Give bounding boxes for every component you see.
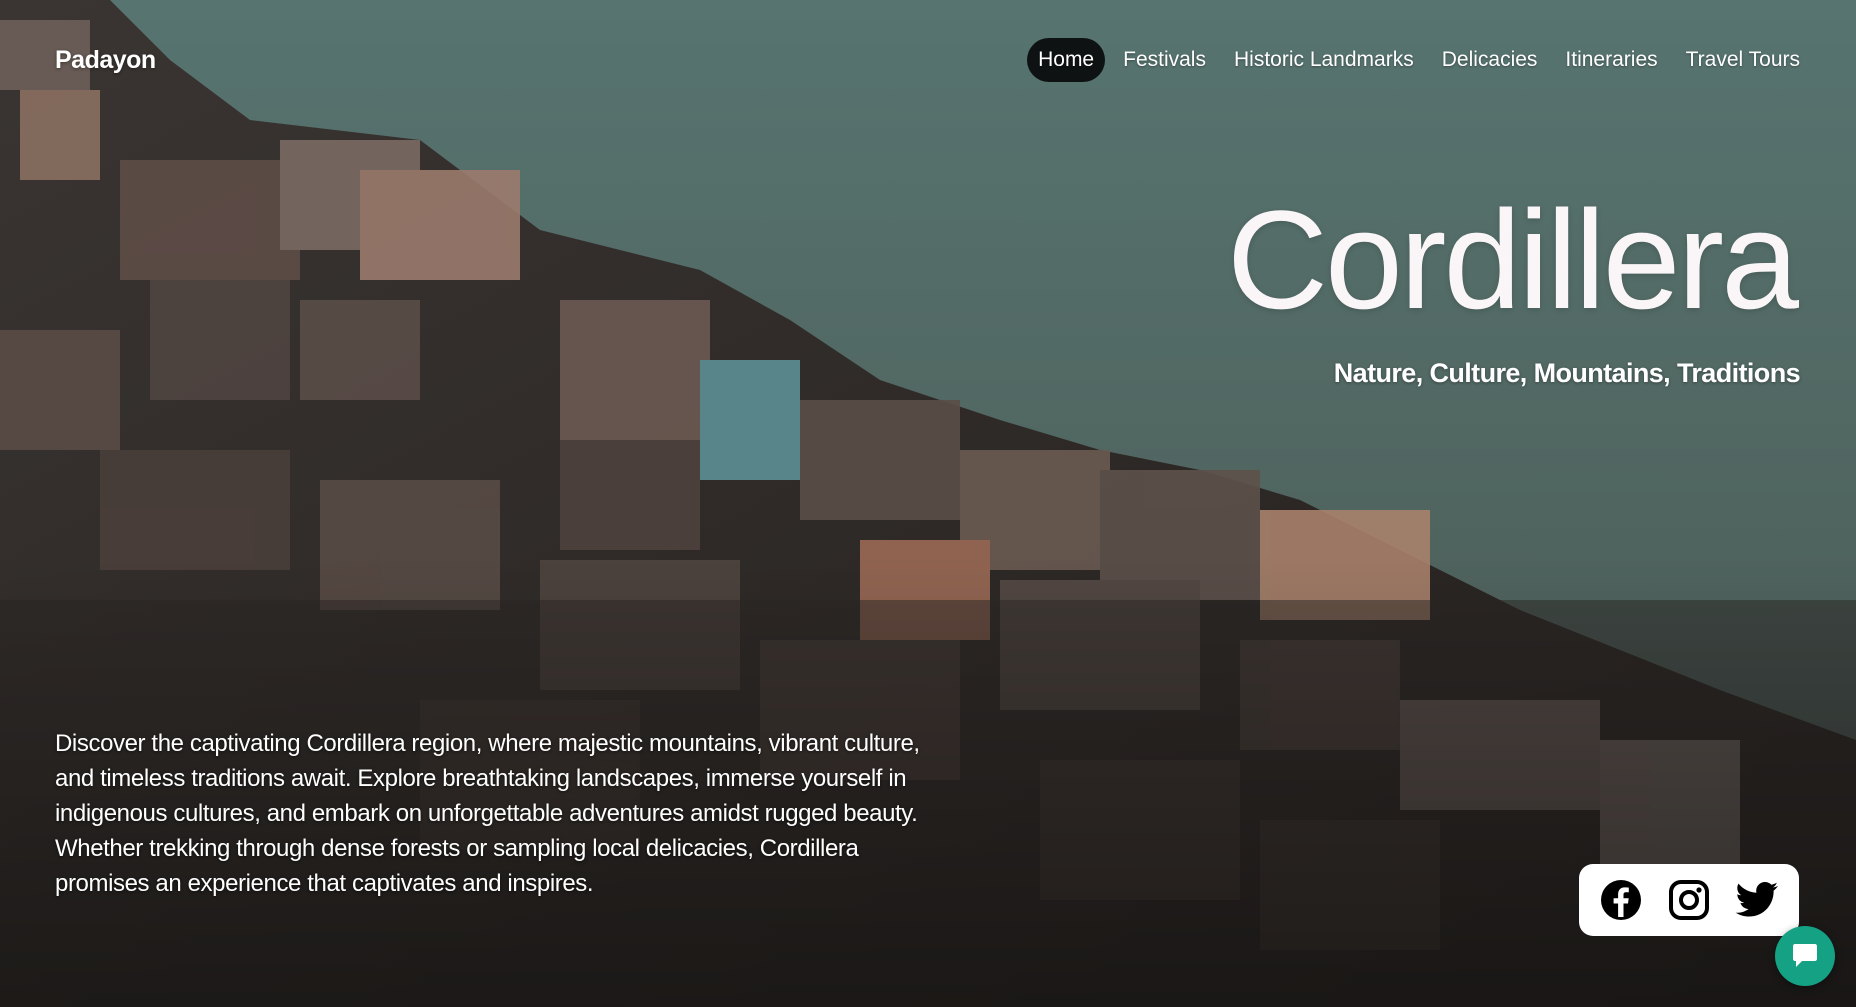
hero-section: Padayon Home Festivals Historic Landmark…	[0, 0, 1856, 1007]
twitter-icon[interactable]	[1733, 876, 1781, 924]
nav-travel-tours[interactable]: Travel Tours	[1676, 38, 1810, 82]
hero-subtitle: Nature, Culture, Mountains, Traditions	[1333, 358, 1801, 388]
brand-logo[interactable]: Padayon	[55, 46, 156, 75]
social-links	[1579, 864, 1799, 936]
instagram-icon[interactable]	[1665, 876, 1713, 924]
hero-title: Cordillera	[1226, 181, 1799, 338]
nav-home[interactable]: Home	[1027, 38, 1106, 82]
nav-historic-landmarks[interactable]: Historic Landmarks	[1224, 38, 1424, 82]
chat-bubble-icon[interactable]	[1775, 926, 1835, 986]
main-nav: Home Festivals Historic Landmarks Delica…	[1027, 38, 1810, 82]
facebook-icon[interactable]	[1597, 876, 1645, 924]
hero-description: Discover the captivating Cordillera regi…	[55, 730, 920, 897]
nav-delicacies[interactable]: Delicacies	[1432, 38, 1548, 82]
nav-itineraries[interactable]: Itineraries	[1555, 38, 1667, 82]
nav-festivals[interactable]: Festivals	[1113, 38, 1216, 82]
